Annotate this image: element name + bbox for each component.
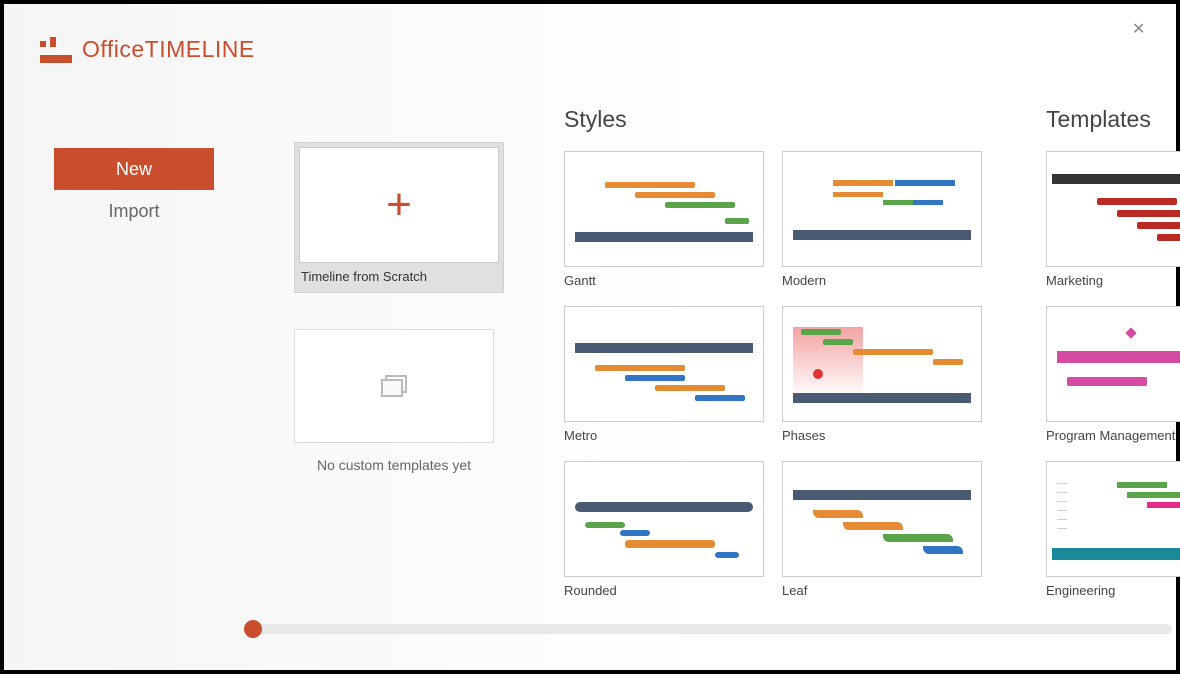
- first-column: + Timeline from Scratch No custom templa…: [294, 142, 504, 473]
- templates-heading: Templates: [1046, 106, 1180, 133]
- brand-suffix: TIMELINE: [145, 36, 255, 62]
- templates-grid: Marketing Program Management ———————————…: [1046, 151, 1180, 598]
- officetimeline-icon: [40, 37, 72, 63]
- style-rounded-tile[interactable]: Rounded: [564, 461, 764, 598]
- nav-import-button[interactable]: Import: [54, 190, 214, 232]
- plus-icon: +: [386, 183, 412, 227]
- scratch-preview: +: [299, 147, 499, 263]
- style-rounded-thumbnail: [564, 461, 764, 577]
- template-engineering-thumbnail: ————————————: [1046, 461, 1180, 577]
- style-metro-thumbnail: [564, 306, 764, 422]
- style-metro-label: Metro: [564, 422, 764, 443]
- style-phases-label: Phases: [782, 422, 982, 443]
- style-leaf-tile[interactable]: Leaf: [782, 461, 982, 598]
- close-icon[interactable]: [1132, 22, 1148, 38]
- style-rounded-label: Rounded: [564, 577, 764, 598]
- custom-templates-label: No custom templates yet: [294, 457, 494, 473]
- new-timeline-modal: OfficeTIMELINE New Import + Timeline fro…: [4, 4, 1176, 670]
- styles-heading: Styles: [564, 106, 1004, 133]
- custom-templates-card[interactable]: [294, 329, 494, 443]
- horizontal-scrollbar-track[interactable]: [244, 624, 1172, 634]
- app-logo: OfficeTIMELINE: [40, 36, 255, 63]
- template-program-management-thumbnail: [1046, 306, 1180, 422]
- gallery-area: Styles Gantt Modern: [564, 106, 1180, 616]
- styles-grid: Gantt Modern Metro: [564, 151, 1004, 598]
- template-marketing-thumbnail: [1046, 151, 1180, 267]
- nav-new-button[interactable]: New: [54, 148, 214, 190]
- style-gantt-tile[interactable]: Gantt: [564, 151, 764, 288]
- style-modern-thumbnail: [782, 151, 982, 267]
- horizontal-scrollbar-thumb[interactable]: [244, 620, 262, 638]
- stacked-templates-icon: [381, 375, 407, 397]
- style-gantt-thumbnail: [564, 151, 764, 267]
- style-modern-label: Modern: [782, 267, 982, 288]
- templates-column: Templates Marketing Program Managem: [1046, 106, 1180, 598]
- template-program-management-tile[interactable]: Program Management: [1046, 306, 1180, 443]
- styles-column: Styles Gantt Modern: [564, 106, 1004, 598]
- style-modern-tile[interactable]: Modern: [782, 151, 982, 288]
- timeline-from-scratch-card[interactable]: + Timeline from Scratch: [294, 142, 504, 293]
- style-metro-tile[interactable]: Metro: [564, 306, 764, 443]
- template-engineering-tile[interactable]: ———————————— Engineering: [1046, 461, 1180, 598]
- template-marketing-tile[interactable]: Marketing: [1046, 151, 1180, 288]
- template-marketing-label: Marketing: [1046, 267, 1180, 288]
- style-phases-tile[interactable]: Phases: [782, 306, 982, 443]
- style-phases-thumbnail: [782, 306, 982, 422]
- sidebar-nav: New Import: [54, 148, 214, 232]
- style-gantt-label: Gantt: [564, 267, 764, 288]
- template-engineering-label: Engineering: [1046, 577, 1180, 598]
- scratch-label: Timeline from Scratch: [299, 263, 499, 288]
- style-leaf-label: Leaf: [782, 577, 982, 598]
- template-program-management-label: Program Management: [1046, 422, 1180, 443]
- app-title: OfficeTIMELINE: [82, 36, 255, 63]
- brand-prefix: Office: [82, 36, 145, 62]
- style-leaf-thumbnail: [782, 461, 982, 577]
